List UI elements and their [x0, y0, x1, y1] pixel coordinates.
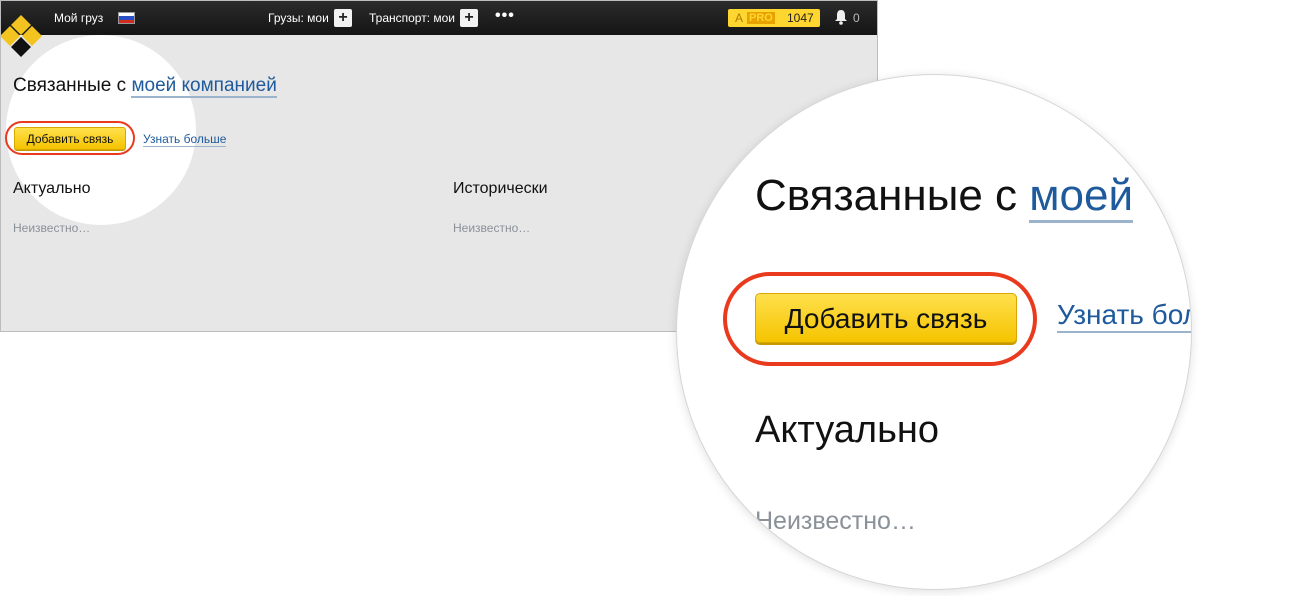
my-company-link[interactable]: моей компанией: [131, 75, 277, 98]
bell-icon[interactable]: [834, 9, 848, 25]
magnified-column-title: Актуально: [755, 409, 940, 451]
add-transport-plus-icon[interactable]: +: [460, 9, 478, 27]
page-title: Связанные с моей компанией: [13, 75, 277, 98]
cargo-menu[interactable]: Грузы: мои: [268, 11, 329, 25]
magnified-title-link: моей: [1029, 171, 1134, 223]
logo-diamond-icon[interactable]: [1, 1, 43, 57]
add-connection-button[interactable]: Добавить связь: [14, 127, 126, 150]
pro-badge[interactable]: A PRO 1047: [728, 9, 820, 27]
magnified-callout: Связанные с моей Добавить связь Узнать б…: [676, 74, 1192, 590]
page-title-prefix: Связанные с: [13, 75, 127, 96]
pro-label: PRO: [747, 12, 775, 24]
transport-menu[interactable]: Транспорт: мои: [369, 11, 455, 25]
magnified-empty-text: Неизвестно…: [755, 507, 916, 535]
current-column-title: Актуально: [13, 180, 91, 197]
magnified-learn-more-link: Узнать бол: [1057, 299, 1191, 333]
magnified-add-connection-button: Добавить связь: [755, 293, 1017, 343]
top-navigation-bar: Мой груз Грузы: мои + Транспорт: мои + •…: [1, 1, 877, 57]
magnified-title-prefix: Связанные с: [755, 171, 1018, 220]
more-dots-icon[interactable]: •••: [495, 7, 515, 25]
pro-prefix: A: [735, 11, 744, 25]
magnified-title: Связанные с моей: [755, 171, 1134, 223]
pro-count: 1047: [787, 11, 814, 25]
current-empty-text: Неизвестно…: [13, 221, 91, 235]
russia-flag-icon[interactable]: [118, 12, 135, 24]
add-cargo-plus-icon[interactable]: +: [334, 9, 352, 27]
historical-column-title: Исторически: [453, 180, 548, 197]
my-cargo-link[interactable]: Мой груз: [54, 11, 103, 25]
notifications-count: 0: [853, 11, 860, 25]
historical-empty-text: Неизвестно…: [453, 221, 531, 235]
learn-more-link[interactable]: Узнать больше: [143, 132, 227, 147]
